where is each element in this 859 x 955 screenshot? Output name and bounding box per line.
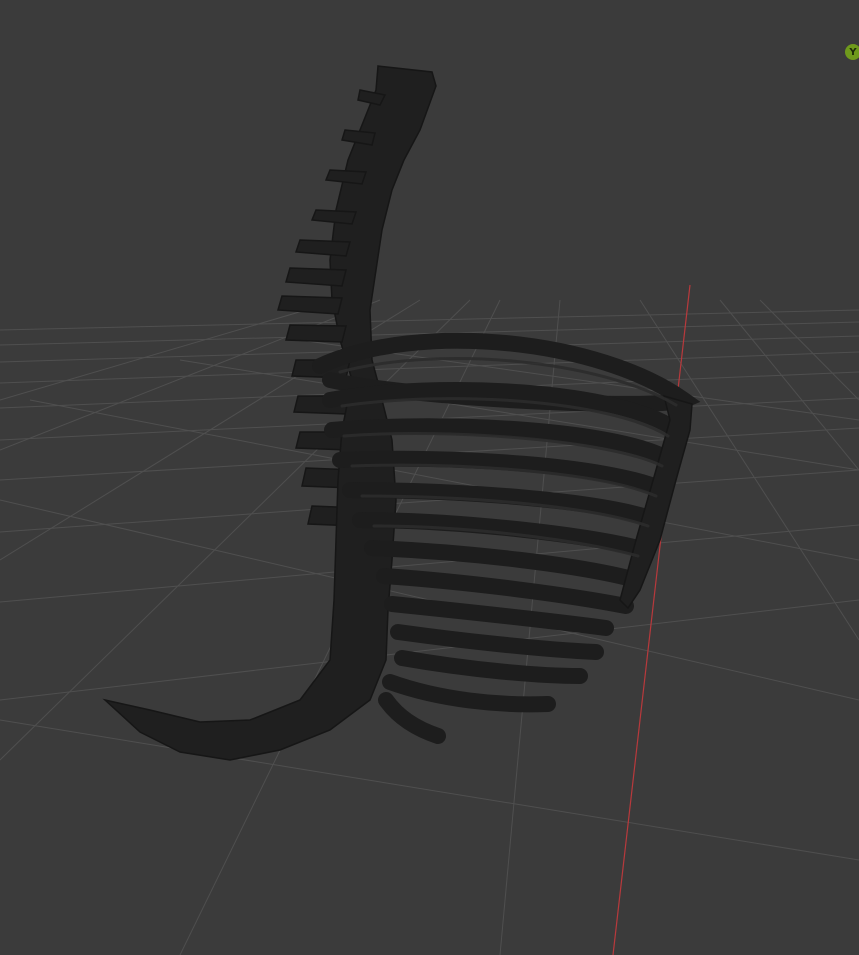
spine-lower bbox=[102, 389, 397, 761]
gizmo-y-axis[interactable]: Y bbox=[845, 44, 859, 60]
gizmo-y-label: Y bbox=[849, 46, 857, 58]
viewport-canvas[interactable] bbox=[0, 0, 859, 955]
3d-viewport[interactable]: Y bbox=[0, 0, 859, 955]
